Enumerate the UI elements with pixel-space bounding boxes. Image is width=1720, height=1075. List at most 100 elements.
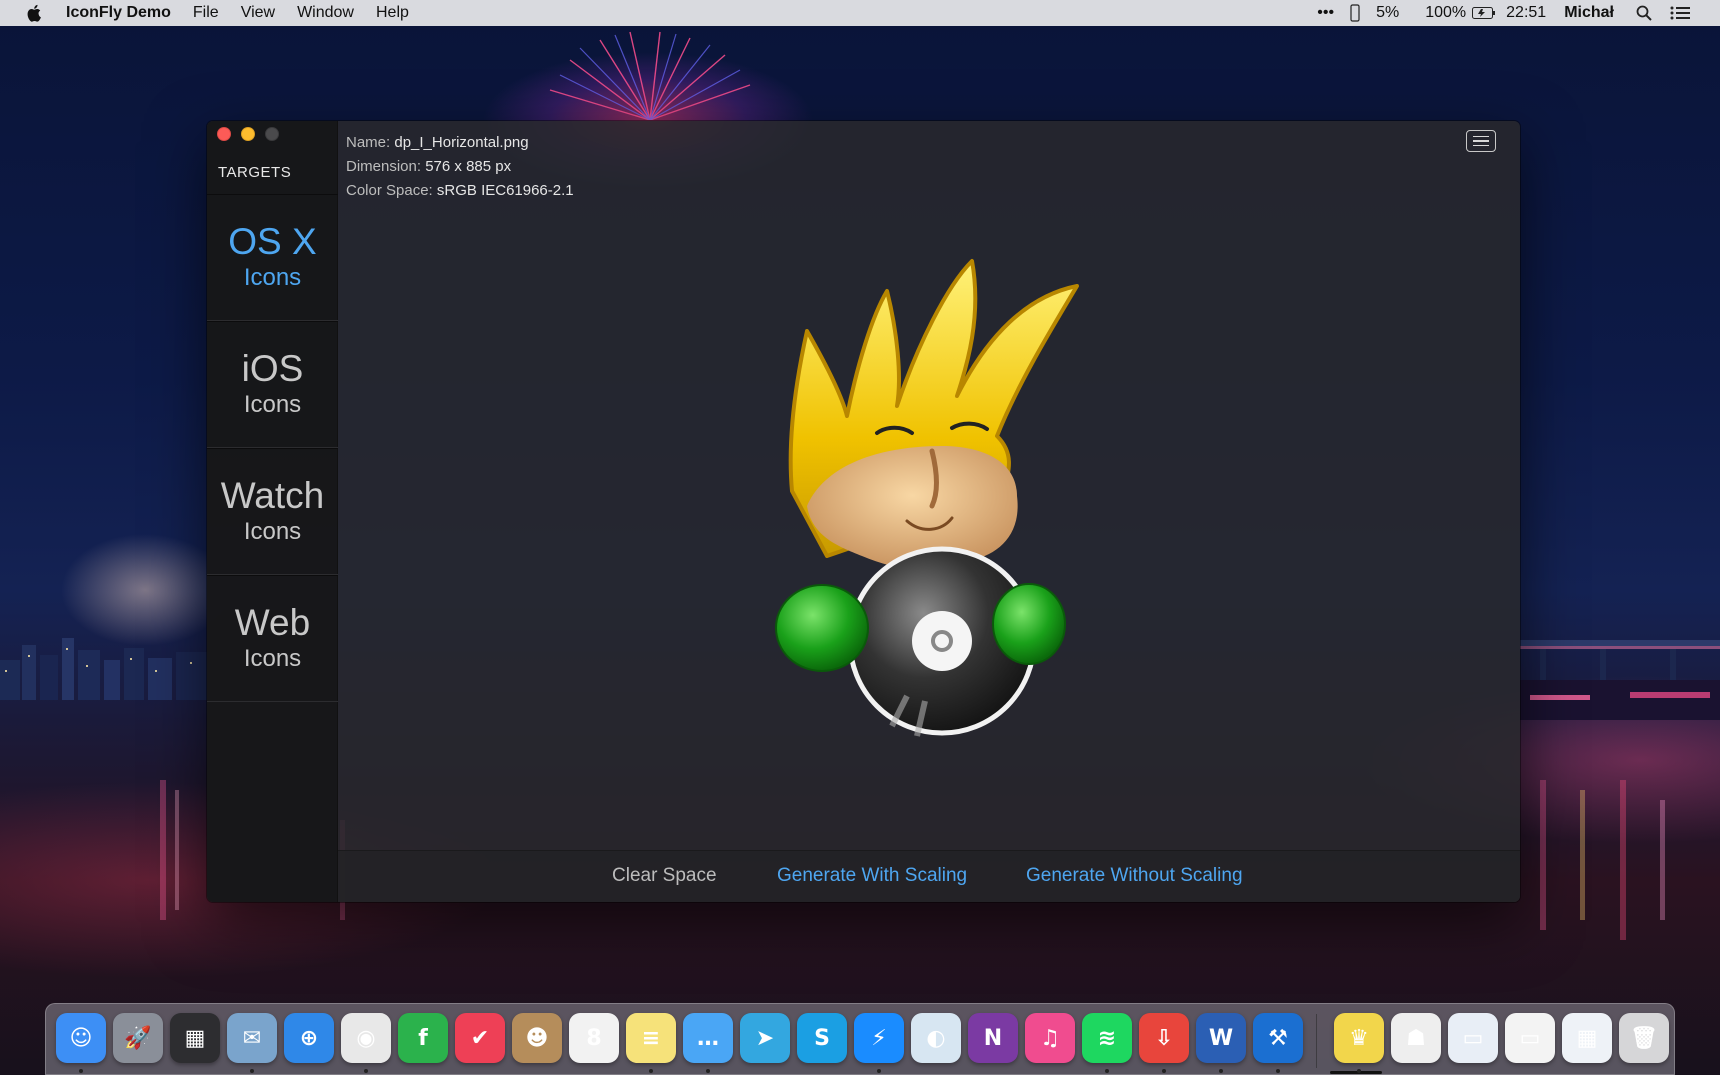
info-name-value: dp_I_Horizontal.png	[394, 134, 529, 151]
mission-control-glyph: ▦	[184, 1025, 206, 1051]
running-indicator	[364, 1069, 368, 1073]
iconfly-icon[interactable]: ♛	[1334, 1013, 1384, 1063]
running-indicator	[706, 1069, 710, 1073]
calendar-icon[interactable]: 8	[569, 1013, 619, 1063]
help-menu[interactable]: Help	[376, 4, 409, 22]
menu-bar: IconFly Demo File View Window Help ••• 5…	[0, 0, 1720, 26]
icon-preview-image[interactable]	[767, 256, 1107, 776]
iconfly-window: TARGETS OS X Icons iOS Icons Watch Icons…	[207, 121, 1520, 902]
window-controls	[217, 127, 289, 141]
running-indicator	[1276, 1069, 1280, 1073]
chrome-icon[interactable]: ◉	[341, 1013, 391, 1063]
info-dimension-label: Dimension:	[346, 158, 422, 175]
launchpad-glyph: 🚀	[124, 1025, 152, 1051]
contacts-icon[interactable]: ☻	[512, 1013, 562, 1063]
dock-separator	[1316, 1014, 1317, 1068]
word-glyph: W	[1208, 1025, 1234, 1051]
overflow-menu-icon[interactable]: •••	[1317, 4, 1334, 22]
target-web[interactable]: Web Icons	[207, 575, 338, 702]
dock-active-indicator	[1330, 1071, 1382, 1074]
info-name-row: Name: dp_I_Horizontal.png	[346, 131, 574, 155]
window-thumb-2-glyph: ▭	[1519, 1025, 1541, 1051]
apple-menu-icon[interactable]	[26, 3, 44, 23]
spotlight-search-icon[interactable]	[1636, 5, 1652, 21]
target-osx[interactable]: OS X Icons	[207, 194, 338, 321]
target-subtitle: Icons	[243, 644, 302, 672]
window-thumb-1-glyph: ▭	[1462, 1025, 1484, 1051]
view-menu[interactable]: View	[241, 4, 275, 22]
running-indicator	[1357, 1069, 1361, 1073]
info-dimension-value: 576 x 885 px	[425, 158, 512, 175]
people-icon[interactable]: ☗	[1391, 1013, 1441, 1063]
target-subtitle: Icons	[243, 390, 302, 418]
running-indicator	[250, 1069, 254, 1073]
user-menu[interactable]: Michał	[1564, 4, 1614, 22]
running-indicator	[649, 1069, 653, 1073]
clock[interactable]: 22:51	[1506, 4, 1546, 22]
messages-icon[interactable]: …	[683, 1013, 733, 1063]
messenger-icon[interactable]: ⚡	[854, 1013, 904, 1063]
window-thumb-3-icon[interactable]: ▦	[1562, 1013, 1612, 1063]
telegram-icon[interactable]: ➤	[740, 1013, 790, 1063]
launchpad-icon[interactable]: 🚀	[113, 1013, 163, 1063]
cpu-usage[interactable]: 5%	[1376, 4, 1399, 22]
transmit-icon[interactable]: ⇩	[1139, 1013, 1189, 1063]
targets-heading: TARGETS	[218, 164, 292, 181]
battery-percent[interactable]: 100%	[1425, 4, 1466, 22]
phone-icon[interactable]	[1350, 4, 1360, 22]
skype-icon[interactable]: S	[797, 1013, 847, 1063]
preview-glyph: ✉	[242, 1025, 262, 1051]
finder-glyph: ☺	[69, 1025, 93, 1051]
word-icon[interactable]: W	[1196, 1013, 1246, 1063]
generate-without-scaling-button[interactable]: Generate Without Scaling	[1026, 865, 1243, 887]
target-title: Watch	[220, 474, 325, 516]
notes-icon[interactable]: ≡	[626, 1013, 676, 1063]
onenote-glyph: N	[983, 1025, 1003, 1051]
telegram-glyph: ➤	[755, 1025, 775, 1051]
target-ios[interactable]: iOS Icons	[207, 321, 338, 448]
app-menu[interactable]: IconFly Demo	[66, 4, 171, 22]
minimize-window-button[interactable]	[241, 127, 255, 141]
trash-icon[interactable]: 🗑	[1619, 1013, 1669, 1063]
mission-control-icon[interactable]: ▦	[170, 1013, 220, 1063]
finder-icon[interactable]: ☺	[56, 1013, 106, 1063]
messages-glyph: …	[697, 1025, 719, 1051]
window-menu[interactable]: Window	[297, 4, 354, 22]
photo-icon[interactable]: ◐	[911, 1013, 961, 1063]
notification-center-icon[interactable]	[1670, 6, 1690, 20]
trash-glyph: 🗑	[1630, 1025, 1658, 1051]
generate-with-scaling-button[interactable]: Generate With Scaling	[777, 865, 967, 887]
feedly-icon[interactable]: f	[398, 1013, 448, 1063]
city-skyline-left	[0, 638, 210, 700]
dock: ☺ 🚀 ▦ ✉ ⊕ ◉ f ✔ ☻ 8 ≡ … ➤ S ⚡ ◐ N ♫ ≋ ⇩ W ⚒ ♛ ☗ ▭ ▭ ▦ 🗑	[45, 1003, 1675, 1075]
skype-glyph: S	[814, 1025, 830, 1051]
action-bar: Clear Space Generate With Scaling Genera…	[338, 850, 1520, 902]
close-window-button[interactable]	[217, 127, 231, 141]
spotify-icon[interactable]: ≋	[1082, 1013, 1132, 1063]
safari-icon[interactable]: ⊕	[284, 1013, 334, 1063]
xcode-icon[interactable]: ⚒	[1253, 1013, 1303, 1063]
people-glyph: ☗	[1406, 1025, 1426, 1051]
itunes-icon[interactable]: ♫	[1025, 1013, 1075, 1063]
pocket-icon[interactable]: ✔	[455, 1013, 505, 1063]
window-thumb-2-icon[interactable]: ▭	[1505, 1013, 1555, 1063]
city-skyline-right	[1520, 640, 1720, 720]
info-dimension-row: Dimension: 576 x 885 px	[346, 155, 574, 179]
running-indicator	[1162, 1069, 1166, 1073]
preview-icon[interactable]: ✉	[227, 1013, 277, 1063]
clear-space-button[interactable]: Clear Space	[612, 865, 717, 887]
status-area: ••• 5% 100% 22:51 Michał	[1301, 0, 1720, 26]
zoom-window-button[interactable]	[265, 127, 279, 141]
fireworks-wallpaper	[549, 31, 751, 120]
battery-icon[interactable]	[1472, 7, 1496, 19]
window-thumb-1-icon[interactable]: ▭	[1448, 1013, 1498, 1063]
xcode-glyph: ⚒	[1268, 1025, 1288, 1051]
target-watch[interactable]: Watch Icons	[207, 448, 338, 575]
onenote-icon[interactable]: N	[968, 1013, 1018, 1063]
photo-glyph: ◐	[926, 1025, 946, 1051]
menu-list-button[interactable]	[1466, 130, 1496, 152]
feedly-glyph: f	[418, 1025, 428, 1051]
safari-glyph: ⊕	[299, 1025, 319, 1051]
notes-glyph: ≡	[641, 1025, 661, 1051]
file-menu[interactable]: File	[193, 4, 219, 22]
